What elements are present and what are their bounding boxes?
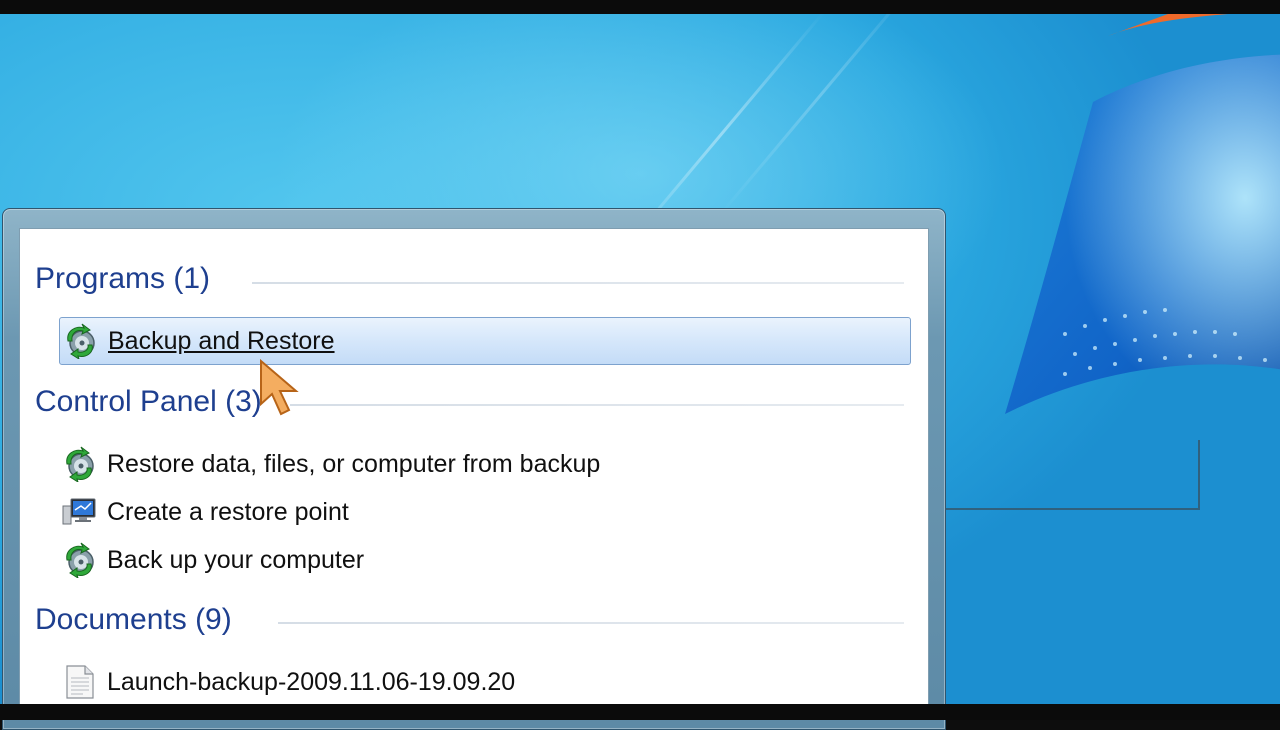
windows-logo-orange-pane — [1108, 14, 1228, 36]
group-title: Programs (1) — [35, 262, 211, 295]
group-divider — [278, 622, 904, 624]
result-item-label: Restore data, files, or computer from ba… — [107, 449, 601, 478]
light-streak — [717, 14, 926, 218]
group-header-documents: Documents (9) — [35, 603, 232, 637]
backup-restore-icon — [60, 321, 100, 361]
result-item-label: Create a restore point — [107, 497, 349, 526]
group-title: Control Panel (3) — [35, 385, 262, 418]
backup-restore-icon — [59, 540, 99, 580]
mouse-pointer-icon — [260, 358, 299, 416]
system-monitor-icon — [59, 492, 99, 532]
result-item-label: Launch-backup-2009.11.06-19.09.20 — [107, 667, 516, 696]
result-item-label: Back up your computer — [107, 545, 365, 574]
result-item-back-up-your-computer[interactable]: Back up your computer — [59, 537, 911, 583]
bottom-letterbox — [0, 704, 1280, 720]
text-document-icon — [59, 662, 99, 702]
group-divider — [252, 282, 904, 284]
group-header-programs: Programs (1) — [35, 262, 210, 296]
top-letterbox — [0, 0, 1280, 14]
group-title: Documents (9) — [35, 603, 232, 636]
windows-logo-blue-pane — [1005, 54, 1280, 414]
result-item-document[interactable]: Launch-backup-2009.11.06-19.09.20 — [59, 659, 911, 705]
result-item-backup-and-restore[interactable]: Backup and Restore — [59, 317, 911, 365]
result-item-create-restore-point[interactable]: Create a restore point — [59, 489, 911, 535]
result-item-label: Backup and Restore — [108, 326, 335, 355]
group-header-control-panel: Control Panel (3) — [35, 385, 262, 419]
group-divider — [290, 404, 904, 406]
result-item-restore-data[interactable]: Restore data, files, or computer from ba… — [59, 441, 911, 487]
backup-restore-icon — [59, 444, 99, 484]
